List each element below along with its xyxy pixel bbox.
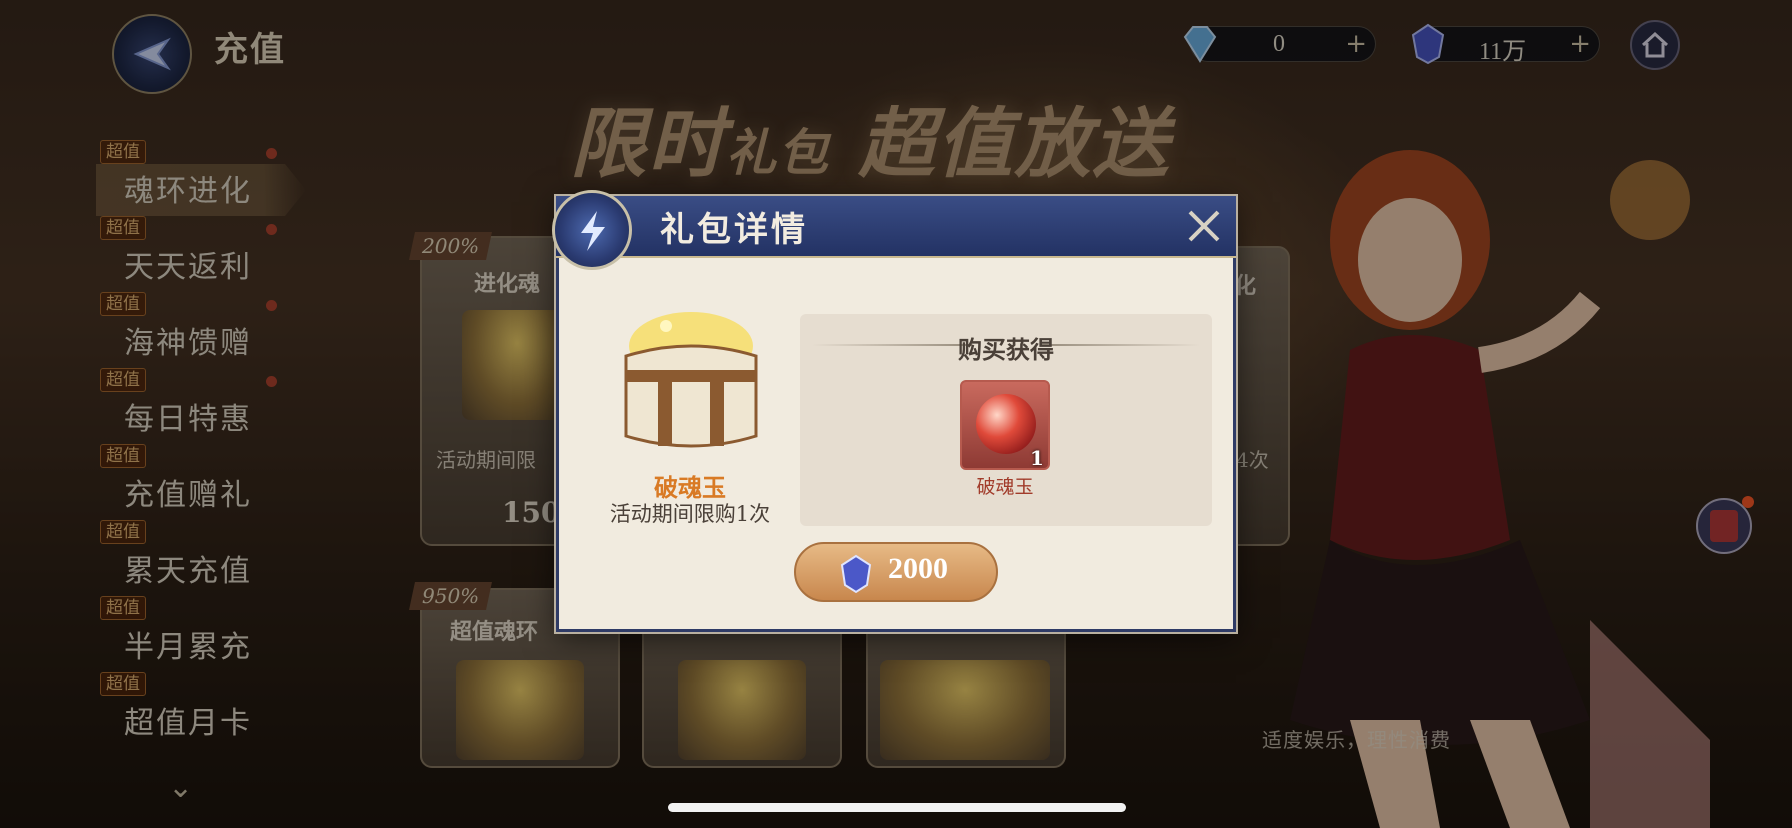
reward-quantity: 1: [1030, 446, 1044, 470]
lightning-icon: [581, 211, 605, 251]
buy-price: 2000: [888, 552, 948, 585]
home-indicator[interactable]: [668, 803, 1126, 812]
crystal-icon: [840, 554, 872, 594]
reward-section-title: 购买获得: [958, 335, 1054, 364]
reward-item-name: 破魂玉: [976, 476, 1034, 498]
close-icon: [1188, 210, 1220, 242]
modal-emblem: [552, 190, 632, 270]
modal-header: [556, 196, 1236, 258]
modal-title: 礼包详情: [660, 210, 808, 250]
soul-jade-icon: [976, 394, 1036, 454]
item-purchase-limit: 活动期间限购1次: [609, 502, 771, 526]
buy-button[interactable]: 2000: [794, 542, 998, 602]
item-bag-image: [624, 312, 758, 448]
close-button[interactable]: [1182, 204, 1226, 248]
